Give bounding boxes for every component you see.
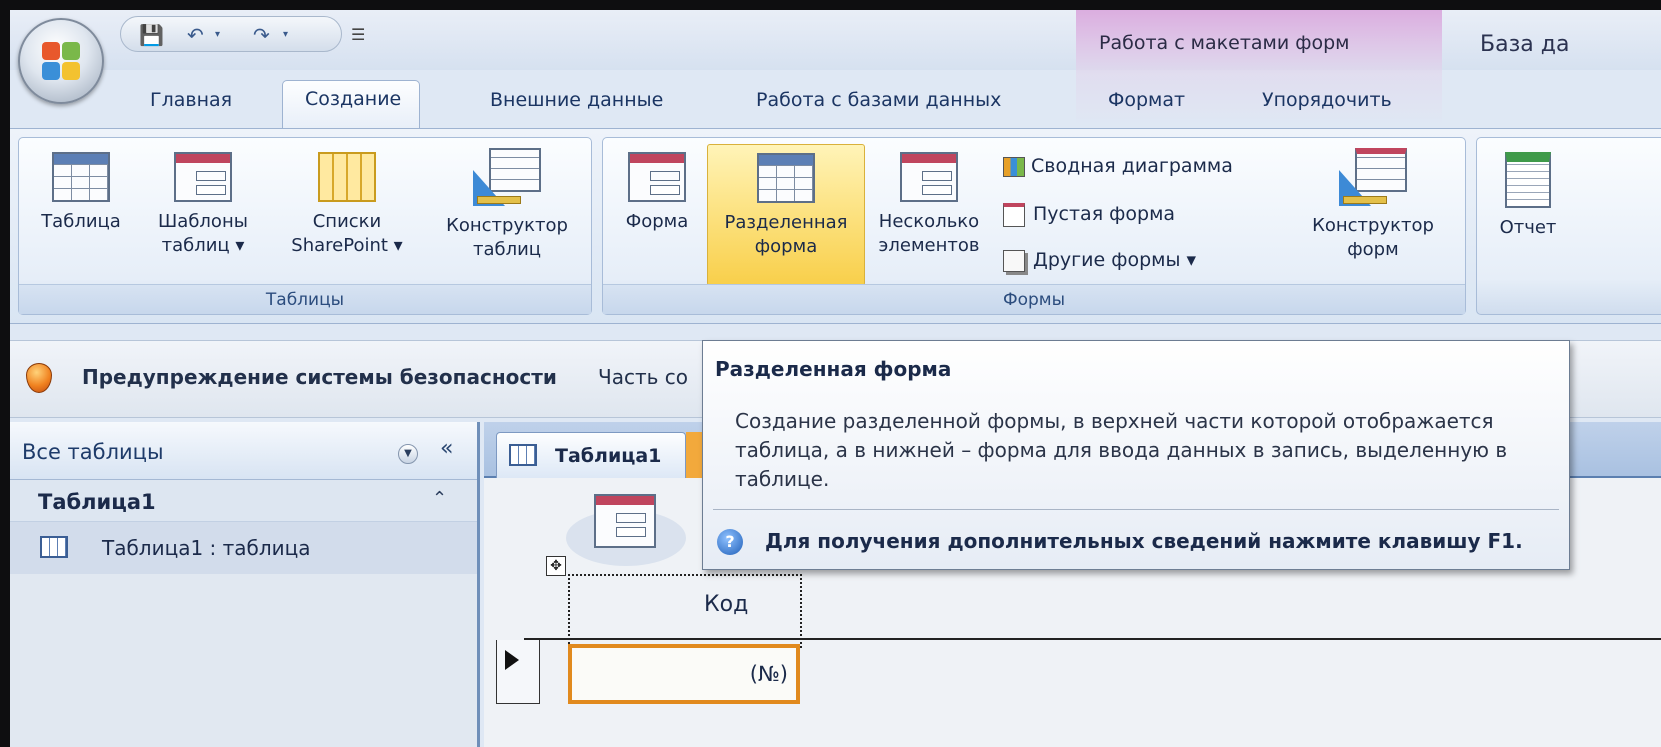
table-design-icon	[473, 148, 541, 206]
security-warning-text: Часть со	[598, 365, 688, 389]
office-logo-icon	[42, 42, 82, 82]
more-forms-button[interactable]: Другие формы ▾	[1003, 248, 1196, 272]
report-button-label: Отчет	[1499, 217, 1557, 238]
multiple-items-button[interactable]: Несколько элементов	[867, 152, 991, 258]
blank-form-button[interactable]: Пустая форма	[1003, 202, 1175, 227]
form-icon	[628, 152, 686, 202]
blank-form-icon	[1003, 202, 1025, 227]
more-forms-icon	[1003, 249, 1025, 272]
table-design-button[interactable]: Конструктор таблиц	[429, 148, 585, 262]
form-design-button[interactable]: Конструктор форм	[1293, 148, 1453, 262]
table-button[interactable]: Таблица	[31, 152, 131, 234]
group-tables-label: Таблицы	[19, 284, 591, 314]
office-button[interactable]	[18, 18, 104, 104]
title-bar: 💾 ↶ ▾ ↷ ▾ ☰ Работа с макетами форм База …	[10, 10, 1661, 126]
tab-arrange[interactable]: Упорядочить	[1262, 86, 1392, 126]
form-button[interactable]: Форма	[611, 152, 703, 234]
multiple-items-label-2: элементов	[878, 235, 980, 256]
nav-item-label: Таблица1 : таблица	[102, 536, 311, 560]
more-forms-label: Другие формы ▾	[1033, 249, 1197, 271]
collapse-pane-icon[interactable]: «	[440, 436, 453, 461]
app-title: База да	[1480, 32, 1570, 57]
pivot-chart-icon	[1003, 156, 1025, 177]
redo-icon[interactable]: ↷	[253, 25, 270, 45]
tab-home[interactable]: Главная	[150, 86, 232, 126]
table-icon	[40, 536, 68, 558]
split-form-button[interactable]: Разделенная форма	[707, 144, 865, 286]
table-design-label-2: таблиц	[472, 239, 542, 260]
document-tab-label: Таблица1	[555, 445, 662, 467]
split-form-tooltip: Разделенная форма Создание разделенной ф…	[702, 340, 1570, 570]
ribbon: Таблица Шаблоны таблиц ▾ Списки SharePoi…	[10, 128, 1661, 324]
form-design-icon	[1339, 148, 1407, 206]
collapse-group-icon[interactable]: ⌃	[432, 488, 447, 509]
table-templates-icon	[174, 152, 232, 202]
field-kod-input[interactable]: (№)	[568, 644, 800, 704]
table-templates-button[interactable]: Шаблоны таблиц ▾	[141, 152, 265, 258]
document-tab-table1[interactable]: Таблица1	[496, 432, 686, 478]
multiple-items-icon	[900, 152, 958, 202]
tooltip-title: Разделенная форма	[715, 357, 952, 381]
group-forms: Форма Разделенная форма Несколько элемен…	[602, 137, 1466, 315]
form-design-label-2: форм	[1347, 239, 1399, 260]
form-design-label-1: Конструктор	[1312, 215, 1434, 236]
group-forms-label: Формы	[603, 284, 1465, 314]
report-button[interactable]: Отчет	[1485, 152, 1571, 240]
table-icon	[52, 152, 110, 202]
tab-database-tools[interactable]: Работа с базами данных	[756, 86, 1001, 126]
blank-form-label: Пустая форма	[1033, 203, 1176, 225]
quick-access-toolbar: 💾 ↶ ▾ ↷ ▾ ☰	[120, 16, 365, 52]
nav-header[interactable]: Все таблицы ▼ «	[10, 422, 477, 480]
save-icon[interactable]: 💾	[139, 25, 164, 45]
navigation-pane: Все таблицы ▼ « Таблица1 ⌃ Таблица1 : та…	[10, 422, 480, 747]
section-divider	[524, 638, 1661, 640]
chevron-down-icon[interactable]: ▼	[398, 444, 418, 464]
tab-format[interactable]: Формат	[1108, 86, 1185, 126]
table-icon	[509, 444, 537, 466]
security-warning-title: Предупреждение системы безопасности	[82, 365, 557, 389]
table-templates-label-1: Шаблоны	[158, 211, 248, 232]
field-label-kod: Код	[704, 592, 749, 617]
pivot-chart-button[interactable]: Сводная диаграмма	[1003, 154, 1233, 178]
help-icon: ?	[717, 529, 743, 555]
table-button-label: Таблица	[41, 211, 121, 232]
tab-create[interactable]: Создание	[282, 80, 421, 130]
shield-icon	[26, 363, 52, 393]
table-design-label-1: Конструктор	[446, 215, 568, 236]
form-button-label: Форма	[625, 211, 689, 232]
move-handle-icon[interactable]: ✥	[546, 556, 566, 576]
split-form-label-2: форма	[754, 236, 818, 257]
tooltip-body: Создание разделенной формы, в верхней ча…	[735, 409, 1508, 491]
field-kod-value: (№)	[749, 662, 788, 686]
nav-group-header[interactable]: Таблица1 ⌃	[10, 480, 477, 522]
redo-dropdown-icon[interactable]: ▾	[283, 25, 288, 45]
split-form-label-1: Разделенная	[724, 212, 848, 233]
sharepoint-lists-icon	[318, 152, 376, 202]
sharepoint-lists-label-1: Списки	[312, 211, 382, 232]
group-tables: Таблица Шаблоны таблиц ▾ Списки SharePoi…	[18, 137, 592, 315]
control-layout[interactable]	[568, 574, 802, 648]
undo-dropdown-icon[interactable]: ▾	[215, 25, 220, 45]
customize-toolbar-icon[interactable]: ☰	[351, 25, 365, 45]
tooltip-divider	[713, 509, 1559, 510]
undo-icon[interactable]: ↶	[187, 25, 204, 45]
current-record-icon	[505, 650, 519, 670]
split-form-icon	[757, 153, 815, 203]
report-icon	[1505, 152, 1551, 208]
sharepoint-lists-label-2: SharePoint ▾	[291, 235, 403, 256]
sharepoint-lists-button[interactable]: Списки SharePoint ▾	[275, 152, 419, 258]
pivot-chart-label: Сводная диаграмма	[1031, 155, 1233, 177]
tab-external-data[interactable]: Внешние данные	[490, 86, 663, 126]
nav-title: Все таблицы	[22, 440, 164, 464]
table-templates-label-2: таблиц ▾	[161, 235, 245, 256]
access-window: 💾 ↶ ▾ ↷ ▾ ☰ Работа с макетами форм База …	[10, 10, 1661, 747]
record-selector[interactable]	[496, 640, 540, 704]
tooltip-help-text: Для получения дополнительных сведений на…	[765, 529, 1523, 553]
multiple-items-label-1: Несколько	[878, 211, 980, 232]
form-header-icon	[594, 494, 656, 548]
group-reports: Отчет	[1476, 137, 1661, 315]
context-tools-label: Работа с макетами форм	[1099, 32, 1350, 54]
nav-item-table1[interactable]: Таблица1 : таблица	[10, 522, 477, 574]
nav-group-title: Таблица1	[38, 490, 156, 514]
